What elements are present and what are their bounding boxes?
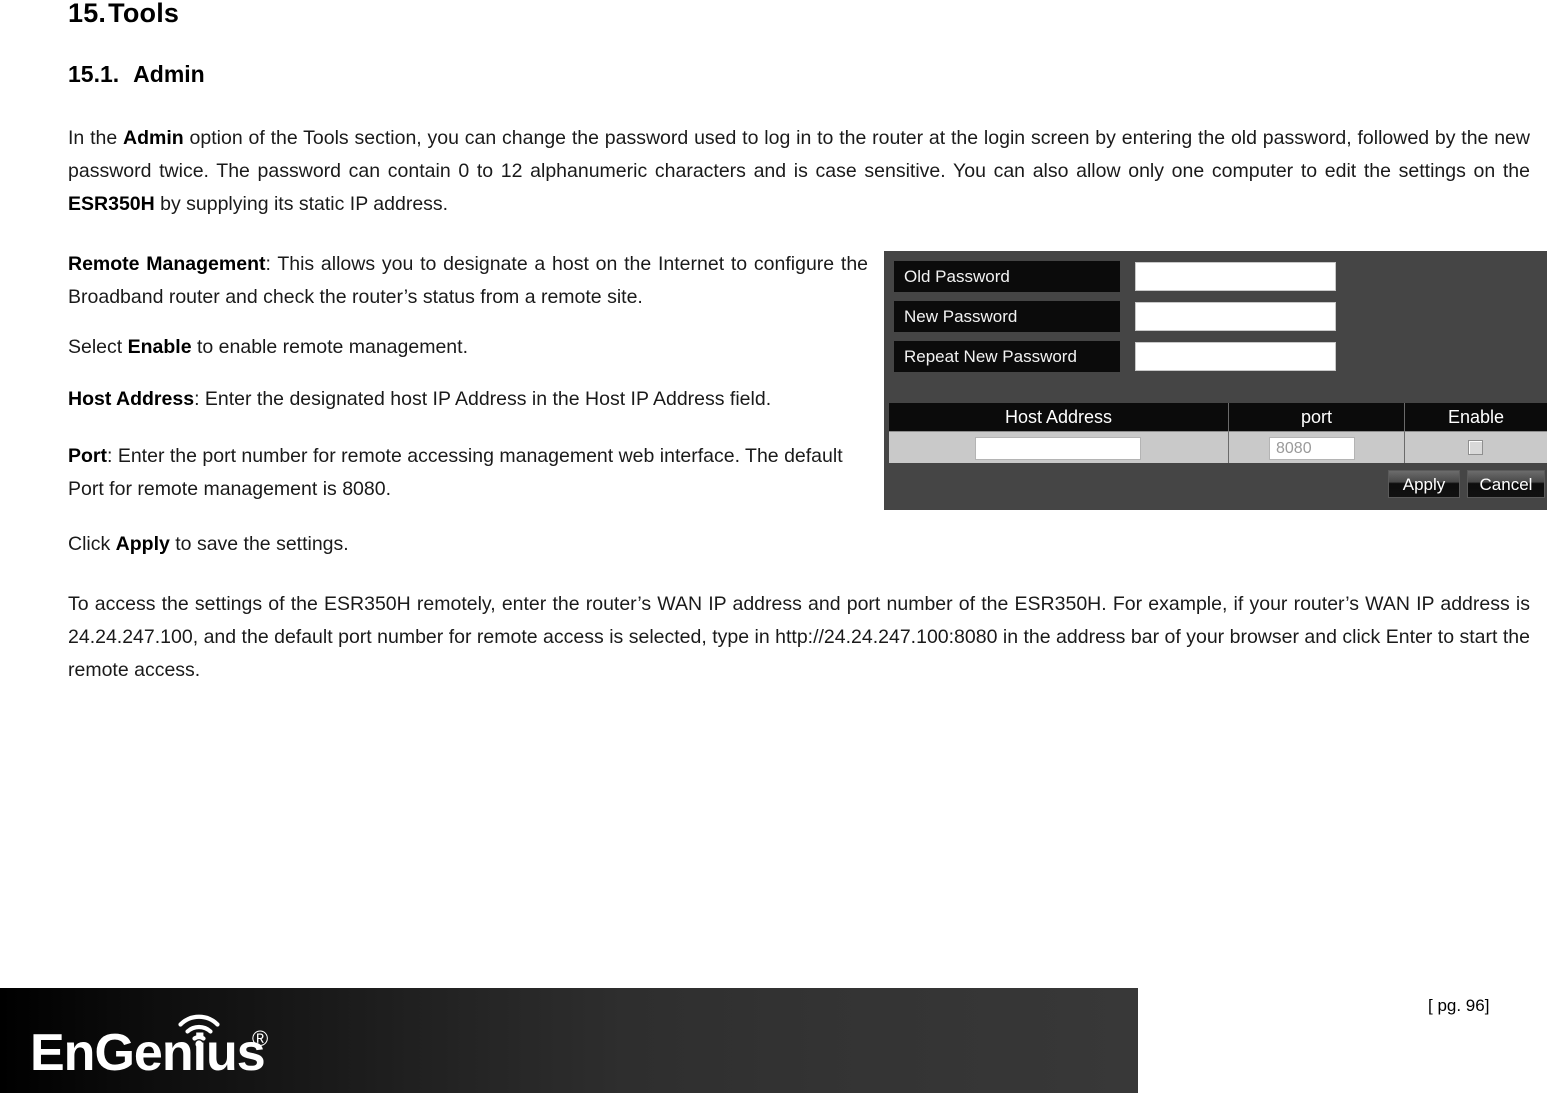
select-enable-pre: Select xyxy=(68,336,128,358)
port-input[interactable]: 8080 xyxy=(1269,437,1355,460)
svg-text:EnGenius: EnGenius xyxy=(30,1024,265,1078)
apply-button[interactable]: Apply xyxy=(1388,470,1460,498)
page-title: 15.Tools xyxy=(68,0,179,29)
select-enable-bold: Enable xyxy=(127,336,192,358)
table-row-port-cell: 8080 xyxy=(1229,431,1405,463)
select-enable-paragraph: Select Enable to enable remote managemen… xyxy=(68,331,868,364)
router-admin-panel-screenshot: Old Password New Password Repeat New Pas… xyxy=(884,251,1547,510)
host-address-input[interactable] xyxy=(975,437,1141,460)
old-password-label: Old Password xyxy=(894,261,1120,292)
intro-paragraph: In the Admin option of the Tools section… xyxy=(68,127,1530,215)
apply-bold: Apply xyxy=(115,533,170,555)
subsection-label: Admin xyxy=(133,61,205,87)
column-header-host-address: Host Address xyxy=(889,403,1229,431)
table-row-host-address-cell xyxy=(889,431,1229,463)
new-password-label: New Password xyxy=(894,301,1120,332)
section-title: Tools xyxy=(108,0,180,28)
table-row-enable-cell xyxy=(1405,431,1547,463)
repeat-password-input[interactable] xyxy=(1135,342,1336,371)
host-address-paragraph: Host Address: Enter the designated host … xyxy=(68,383,873,416)
select-enable-post: to enable remote management. xyxy=(191,336,468,358)
remote-management-paragraph: Remote Management: This allows you to de… xyxy=(68,248,868,314)
enable-checkbox[interactable] xyxy=(1468,440,1483,455)
section-number: 15. xyxy=(68,0,107,28)
svg-text:®: ® xyxy=(252,1026,268,1051)
host-address-table: Host Address port Enable 8080 xyxy=(884,403,1547,463)
page-number: [ pg. 96] xyxy=(1428,996,1490,1015)
old-password-input[interactable] xyxy=(1135,262,1336,291)
intro-bold-model: ESR350H xyxy=(68,193,155,215)
remote-management-label: Remote Management xyxy=(68,253,266,275)
host-address-label: Host Address xyxy=(68,388,195,410)
apply-post: to save the settings. xyxy=(169,533,349,555)
host-address-text: : Enter the designated host IP Address i… xyxy=(194,388,772,410)
repeat-password-label: Repeat New Password xyxy=(894,341,1120,372)
port-paragraph: Port: Enter the port number for remote a… xyxy=(68,440,873,506)
document-page: 15.Tools 15.1. Admin In the Admin option … xyxy=(0,0,1547,1093)
port-label: Port xyxy=(68,445,107,467)
subsection-title: 15.1. Admin xyxy=(68,61,205,88)
cancel-button[interactable]: Cancel xyxy=(1467,470,1545,498)
engenius-logo: EnGenius ® xyxy=(30,1014,268,1078)
remote-access-paragraph: To access the settings of the ESR350H re… xyxy=(68,593,1530,681)
apply-paragraph: Click Apply to save the settings. xyxy=(68,528,873,561)
new-password-input[interactable] xyxy=(1135,302,1336,331)
apply-pre: Click xyxy=(68,533,116,555)
intro-bold-admin: Admin xyxy=(123,127,184,149)
column-header-enable: Enable xyxy=(1405,403,1547,431)
column-header-port: port xyxy=(1229,403,1405,431)
footer-bar: EnGenius ® xyxy=(0,988,1138,1093)
port-text: : Enter the port number for remote acces… xyxy=(68,445,843,500)
subsection-number: 15.1. xyxy=(68,61,120,87)
